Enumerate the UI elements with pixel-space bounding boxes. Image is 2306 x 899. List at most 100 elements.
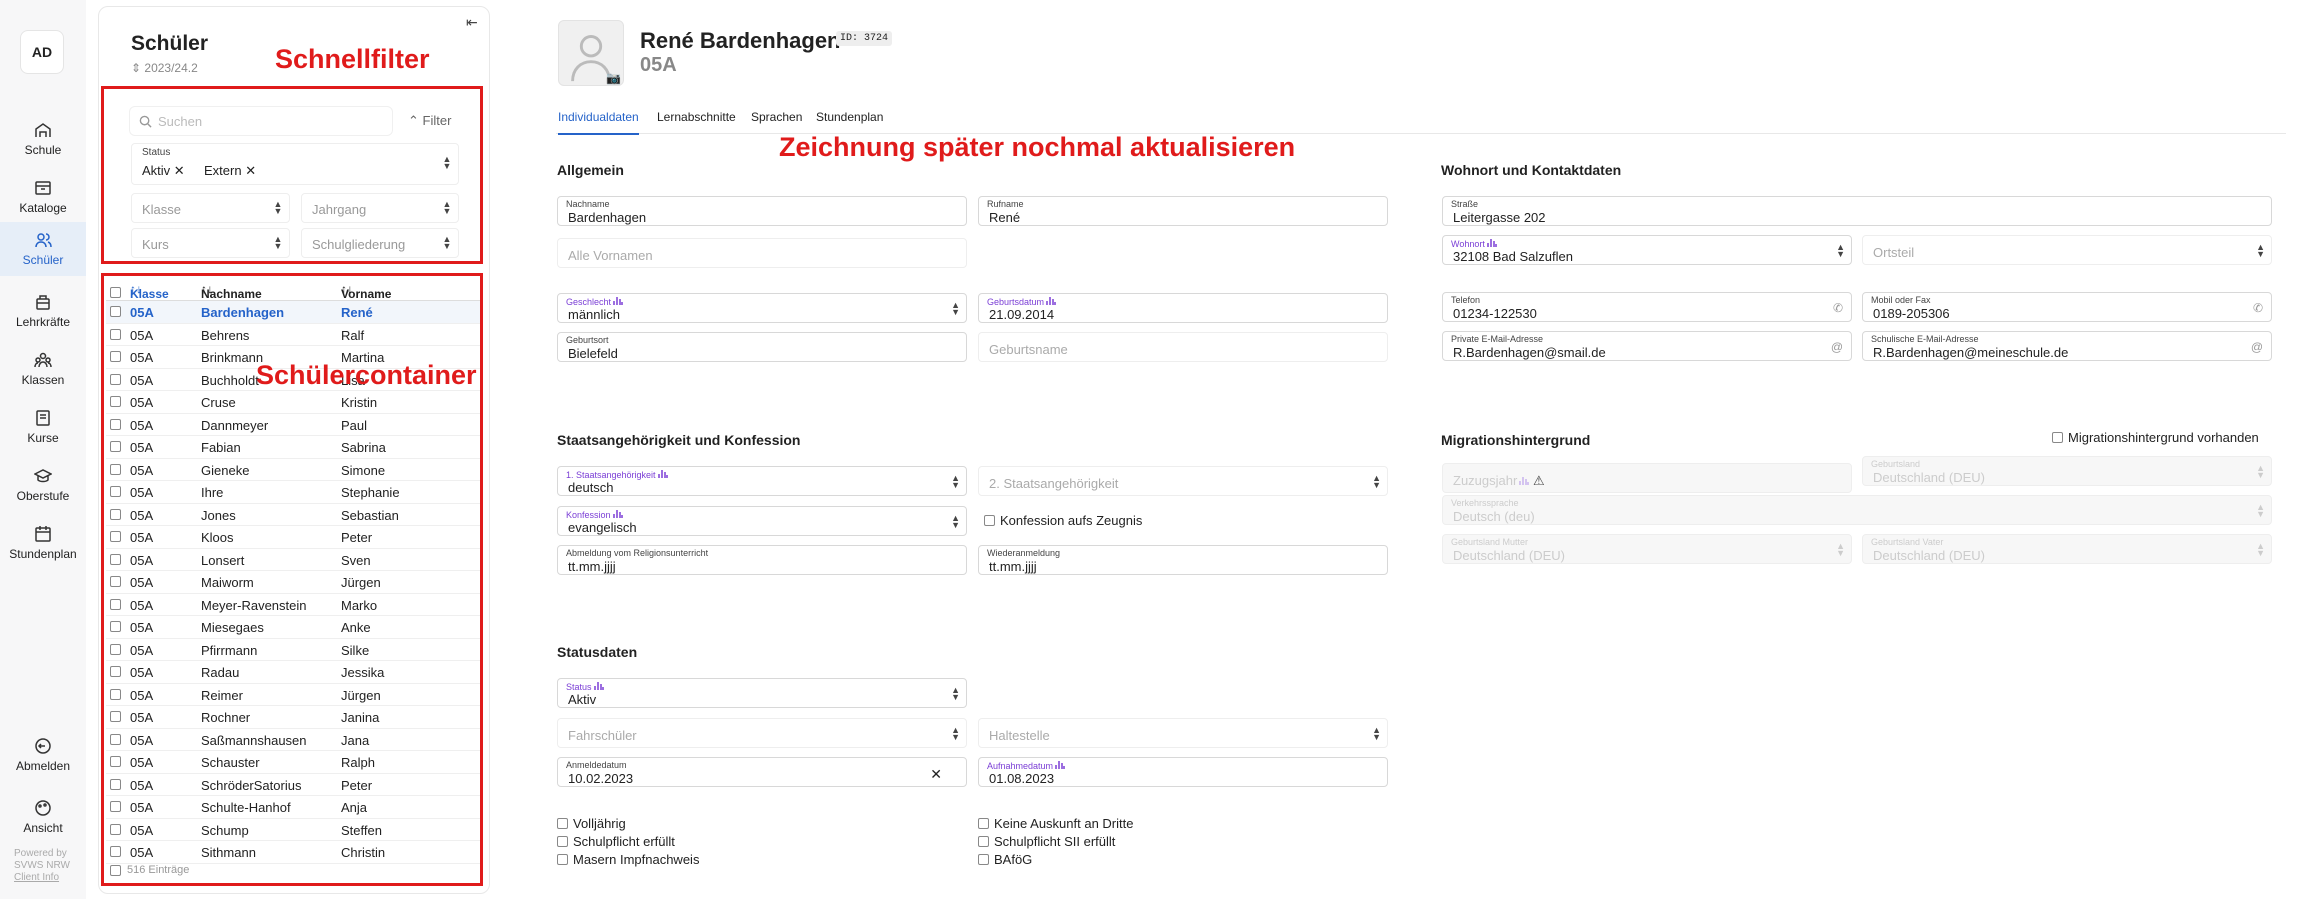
- field-value: Bielefeld: [568, 346, 618, 361]
- field-value: 01.08.2023: [989, 771, 1055, 786]
- field-label: Geburtsland Mutter: [1451, 537, 1529, 547]
- private-email-field[interactable]: Private E-Mail-Adresse R.Bardenhagen@smai…: [1442, 331, 1852, 361]
- geburtsland-vater-select[interactable]: Geburtsland Vater Deutschland (DEU) ▲ ▼: [1862, 534, 2272, 564]
- select-arrows-icon: ▲ ▼: [1372, 725, 1381, 742]
- zuzugsjahr-field[interactable]: Zuzugsjahr ⚠: [1442, 463, 1852, 493]
- student-klasse: 05A: [640, 54, 677, 76]
- nav-item-oberstufe[interactable]: Oberstufe: [0, 458, 86, 512]
- clear-icon[interactable]: ✕: [930, 766, 942, 783]
- field-value: 01234-122530: [1453, 306, 1537, 321]
- geburtsdatum-field[interactable]: Geburtsdatum 21.09.2014: [978, 293, 1388, 323]
- ortsteil-select[interactable]: Ortsteil ▲ ▼: [1862, 235, 2272, 265]
- nav-item-kurse[interactable]: Kurse: [0, 400, 86, 454]
- rufname-field[interactable]: Rufname René: [978, 196, 1388, 226]
- field-value: tt.mm.jjjj: [568, 559, 616, 574]
- client-info-link[interactable]: Client Info: [14, 872, 70, 884]
- geburtsname-field[interactable]: Geburtsname: [978, 332, 1388, 362]
- select-arrows-icon: ▲ ▼: [1836, 541, 1845, 558]
- field-placeholder: Alle Vornamen: [568, 248, 653, 263]
- view-button[interactable]: Ansicht: [0, 790, 86, 844]
- annotation-schnellfilter: Schnellfilter: [275, 44, 430, 74]
- nav-item-kataloge[interactable]: Kataloge: [0, 170, 86, 224]
- school-year-value: 2023/24.2: [144, 61, 198, 75]
- nav-item-stundenplan[interactable]: Stundenplan: [0, 516, 86, 570]
- field-label: Wiederanmeldung: [987, 548, 1061, 558]
- user-avatar[interactable]: AD: [20, 30, 64, 74]
- statistics-icon: [1046, 297, 1056, 305]
- fahrschueler-select[interactable]: Fahrschüler ▲ ▼: [557, 718, 967, 748]
- geburtsland-select[interactable]: Geburtsland Deutschland (DEU) ▲ ▼: [1862, 456, 2272, 486]
- geburtsland-mutter-select[interactable]: Geburtsland Mutter Deutschland (DEU) ▲ ▼: [1442, 534, 1852, 564]
- wohnort-select[interactable]: Wohnort 32108 Bad Salzuflen ▲ ▼: [1442, 235, 1852, 265]
- school-email-field[interactable]: Schulische E-Mail-Adresse R.Bardenhagen@m…: [1862, 331, 2272, 361]
- collapse-sidebar-icon[interactable]: ⇤: [466, 14, 478, 31]
- section-allgemein: Allgemein: [557, 162, 624, 178]
- wiederanmeldung-field[interactable]: Wiederanmeldung tt.mm.jjjj: [978, 545, 1388, 575]
- field-value: Deutschland (DEU): [1873, 470, 1985, 485]
- schulpflicht-checkbox[interactable]: Schulpflicht erfüllt: [557, 834, 675, 849]
- schedule-icon: [35, 526, 51, 542]
- tab-individualdaten[interactable]: Individualdaten: [558, 110, 639, 135]
- tab-stundenplan[interactable]: Stundenplan: [816, 110, 883, 124]
- volljaehrig-checkbox[interactable]: Volljährig: [557, 816, 626, 831]
- field-label: Geburtsdatum: [987, 296, 1056, 307]
- phone-icon: ✆: [1832, 301, 1843, 315]
- logout-button[interactable]: Abmelden: [0, 728, 86, 782]
- nav-item-lehrkraefte[interactable]: Lehrkräfte: [0, 284, 86, 338]
- status-select[interactable]: Status Aktiv ▲ ▼: [557, 678, 967, 708]
- field-label: Private E-Mail-Adresse: [1451, 334, 1544, 344]
- konfession-select[interactable]: Konfession evangelisch ▲ ▼: [557, 506, 967, 536]
- nav-item-klassen[interactable]: Klassen: [0, 342, 86, 396]
- schulpflicht-sii-checkbox[interactable]: Schulpflicht SII erfüllt: [978, 834, 1115, 849]
- masern-checkbox[interactable]: Masern Impfnachweis: [557, 852, 699, 867]
- verkehrssprache-select[interactable]: Verkehrssprache Deutsch (deu) ▲ ▼: [1442, 495, 2272, 525]
- palette-icon: [35, 800, 51, 816]
- select-arrows-icon: ▲ ▼: [2256, 463, 2265, 480]
- camera-icon[interactable]: 📷: [606, 71, 621, 85]
- field-value: 10.02.2023: [568, 771, 634, 786]
- staatsangehoerigkeit2-select[interactable]: 2. Staatsangehörigkeit ▲ ▼: [978, 466, 1388, 496]
- field-value: Aktiv: [568, 692, 597, 707]
- school-year[interactable]: ⇕ 2023/24.2: [131, 61, 198, 75]
- vornamen-field[interactable]: Alle Vornamen: [557, 238, 967, 268]
- annotation-zeichnung: Zeichnung später nochmal aktualisieren: [779, 132, 1296, 162]
- nachname-field[interactable]: Nachname Bardenhagen: [557, 196, 967, 226]
- field-placeholder: Geburtsname: [989, 342, 1068, 357]
- tab-sprachen[interactable]: Sprachen: [751, 110, 802, 124]
- field-placeholder: 2. Staatsangehörigkeit: [989, 476, 1119, 491]
- anmeldedatum-field[interactable]: Anmeldedatum 10.02.2023 ✕: [557, 757, 967, 787]
- nav-item-schueler[interactable]: Schüler: [0, 222, 86, 276]
- field-label-text: Geburtsdatum: [987, 297, 1045, 307]
- field-placeholder: Haltestelle: [989, 728, 1050, 743]
- student-photo[interactable]: 📷: [558, 20, 624, 86]
- statistics-icon: [1519, 477, 1530, 485]
- field-label: Anmeldedatum: [566, 760, 627, 770]
- field-value: deutsch: [568, 480, 614, 495]
- staatsangehoerigkeit1-select[interactable]: 1. Staatsangehörigkeit deutsch ▲ ▼: [557, 466, 967, 496]
- keine-auskunft-checkbox[interactable]: Keine Auskunft an Dritte: [978, 816, 1133, 831]
- field-label: Straße: [1451, 199, 1479, 209]
- geschlecht-select[interactable]: Geschlecht männlich ▲ ▼: [557, 293, 967, 323]
- field-label: Geburtsort: [566, 335, 609, 345]
- field-label: Status: [566, 681, 604, 692]
- aufnahmedatum-field[interactable]: Aufnahmedatum 01.08.2023: [978, 757, 1388, 787]
- checkbox-label: Konfession aufs Zeugnis: [1000, 513, 1143, 528]
- telefon-field[interactable]: Telefon 01234-122530 ✆: [1442, 292, 1852, 322]
- catalog-icon: [35, 181, 51, 195]
- haltestelle-select[interactable]: Haltestelle ▲ ▼: [978, 718, 1388, 748]
- konfession-zeugnis-checkbox[interactable]: Konfession aufs Zeugnis: [984, 513, 1142, 528]
- checkbox-label: BAföG: [994, 852, 1033, 867]
- abmeldung-religion-field[interactable]: Abmeldung vom Religionsunterricht tt.mm.j…: [557, 545, 967, 575]
- field-label: Abmeldung vom Religionsunterricht: [566, 548, 709, 558]
- bafoeg-checkbox[interactable]: BAföG: [978, 852, 1032, 867]
- geburtsort-field[interactable]: Geburtsort Bielefeld: [557, 332, 967, 362]
- checkbox-label: Schulpflicht erfüllt: [573, 834, 675, 849]
- nav-label: Lehrkräfte: [15, 315, 71, 329]
- mobil-field[interactable]: Mobil oder Fax 0189-205306 ✆: [1862, 292, 2272, 322]
- nav-item-schule[interactable]: Schule: [0, 112, 86, 166]
- field-value: Deutschland (DEU): [1873, 548, 1985, 563]
- migrationshintergrund-checkbox[interactable]: Migrationshintergrund vorhanden: [2052, 430, 2259, 445]
- select-arrows-icon: ▲ ▼: [951, 685, 960, 702]
- tab-lernabschnitte[interactable]: Lernabschnitte: [657, 110, 736, 124]
- strasse-field[interactable]: Straße Leitergasse 202: [1442, 196, 2272, 226]
